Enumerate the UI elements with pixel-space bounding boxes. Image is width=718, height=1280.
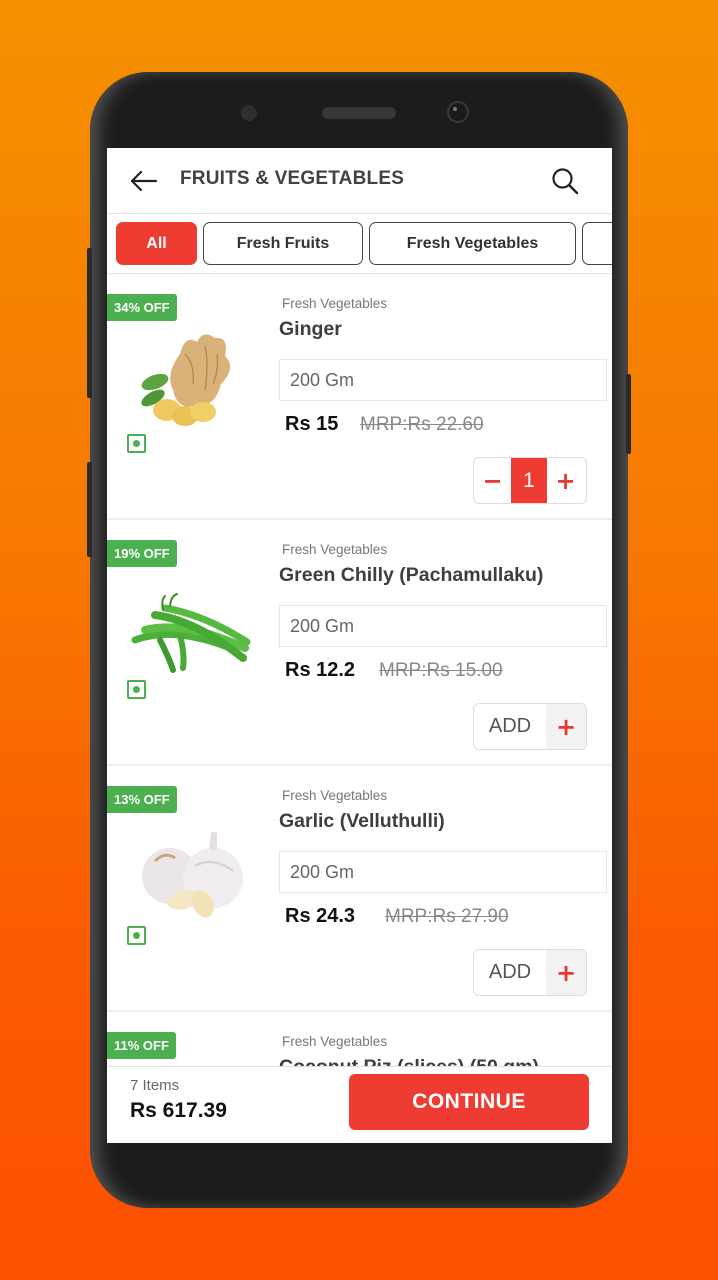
quantity-value: 1: [511, 458, 547, 503]
discount-badge: 34% OFF: [107, 294, 177, 321]
veg-indicator-icon: [127, 926, 146, 945]
product-category: Fresh Vegetables: [282, 296, 388, 311]
volume-button: [87, 248, 92, 398]
product-name: Ginger: [279, 318, 342, 340]
app-screen: FRUITS & VEGETABLES All Fresh Fruits Fre…: [107, 148, 612, 1143]
add-label: ADD: [488, 961, 532, 983]
category-tabs: All Fresh Fruits Fresh Vegetables: [116, 222, 612, 265]
arrow-left-icon[interactable]: [129, 168, 159, 194]
product-price: Rs 15: [285, 413, 339, 435]
product-card[interactable]: 19% OFF Fresh Vegetables Green Chilly (P…: [107, 520, 612, 766]
search-icon[interactable]: [550, 166, 580, 196]
add-to-cart-button[interactable]: ADD +: [473, 949, 587, 996]
garlic-image: [142, 832, 243, 918]
weight-selector[interactable]: 200 Gm: [279, 851, 607, 893]
tab-all[interactable]: All: [116, 222, 197, 265]
product-category: Fresh Vegetables: [282, 542, 388, 557]
plus-icon: +: [546, 704, 586, 749]
tab-fresh-vegetables[interactable]: Fresh Vegetables: [369, 222, 576, 265]
discount-badge: 19% OFF: [107, 540, 177, 567]
weight-selector[interactable]: 200 Gm: [279, 605, 607, 647]
product-card[interactable]: 13% OFF Fresh Vegetables Garlic (Velluth…: [107, 766, 612, 1012]
side-button-right: [626, 374, 631, 454]
discount-badge: 11% OFF: [107, 1032, 176, 1059]
green-chilly-image: [131, 593, 251, 673]
product-name: Green Chilly (Pachamullaku): [279, 564, 544, 586]
cart-footer: 7 Items Rs 617.39 CONTINUE: [107, 1066, 612, 1143]
cart-item-count: 7 Items: [130, 1077, 180, 1094]
product-list: 34% OFF Fresh Vegetables Ginger 200 Gm R…: [107, 274, 612, 1143]
sensor-icon: [241, 105, 257, 121]
app-header: FRUITS & VEGETABLES: [107, 148, 612, 214]
decrease-quantity-button[interactable]: −: [474, 458, 511, 503]
product-card[interactable]: 34% OFF Fresh Vegetables Ginger 200 Gm R…: [107, 274, 612, 520]
tab-fresh-fruits[interactable]: Fresh Fruits: [203, 222, 363, 265]
add-label: ADD: [488, 715, 532, 737]
product-mrp: MRP:Rs 22.60: [360, 414, 484, 435]
veg-indicator-icon: [127, 680, 146, 699]
weight-selector[interactable]: 200 Gm: [279, 359, 607, 401]
veg-indicator-icon: [127, 434, 146, 453]
quantity-stepper: − 1 +: [473, 457, 587, 504]
product-price: Rs 24.3: [285, 905, 356, 927]
discount-badge: 13% OFF: [107, 786, 177, 813]
cart-total: Rs 617.39: [130, 1099, 227, 1122]
power-button-left: [87, 462, 92, 557]
continue-button[interactable]: CONTINUE: [349, 1074, 589, 1130]
product-name: Garlic (Velluthulli): [279, 810, 445, 832]
add-to-cart-button[interactable]: ADD +: [473, 703, 587, 750]
product-mrp: MRP:Rs 27.90: [385, 906, 509, 927]
product-mrp: MRP:Rs 15.00: [379, 660, 503, 681]
product-price: Rs 12.2: [285, 659, 356, 681]
ginger-image: [141, 334, 231, 426]
page-title: FRUITS & VEGETABLES: [180, 168, 405, 189]
front-camera-icon: [447, 101, 469, 123]
product-category: Fresh Vegetables: [282, 1034, 388, 1049]
tab-more[interactable]: [582, 222, 612, 265]
product-category: Fresh Vegetables: [282, 788, 388, 803]
increase-quantity-button[interactable]: +: [547, 458, 584, 503]
plus-icon: +: [546, 950, 586, 995]
speaker-grille: [322, 107, 396, 119]
